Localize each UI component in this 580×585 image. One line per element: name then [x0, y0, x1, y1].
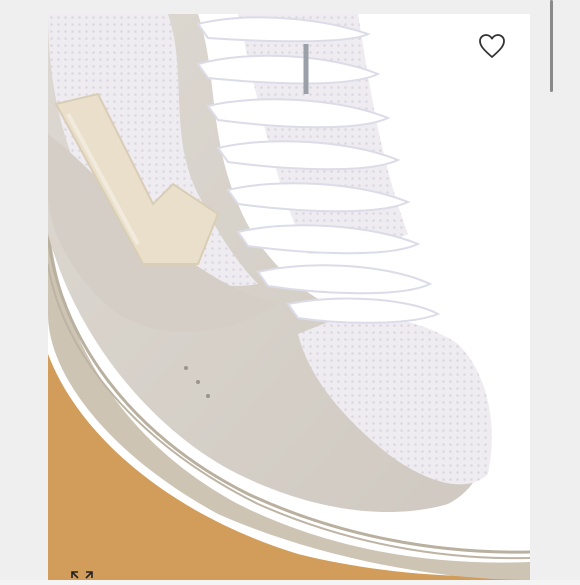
- heart-outline-icon: [479, 34, 505, 58]
- product-photo[interactable]: [48, 14, 530, 580]
- expand-arrows-icon: [71, 571, 93, 579]
- mesh-tongue: [238, 14, 408, 254]
- scrollbar[interactable]: [548, 0, 556, 96]
- sneaker-illustration: [48, 14, 530, 580]
- image-viewer: [0, 0, 580, 580]
- scrollbar-thumb[interactable]: [550, 0, 553, 92]
- favorite-button[interactable]: [474, 28, 510, 64]
- expand-button[interactable]: [66, 566, 98, 580]
